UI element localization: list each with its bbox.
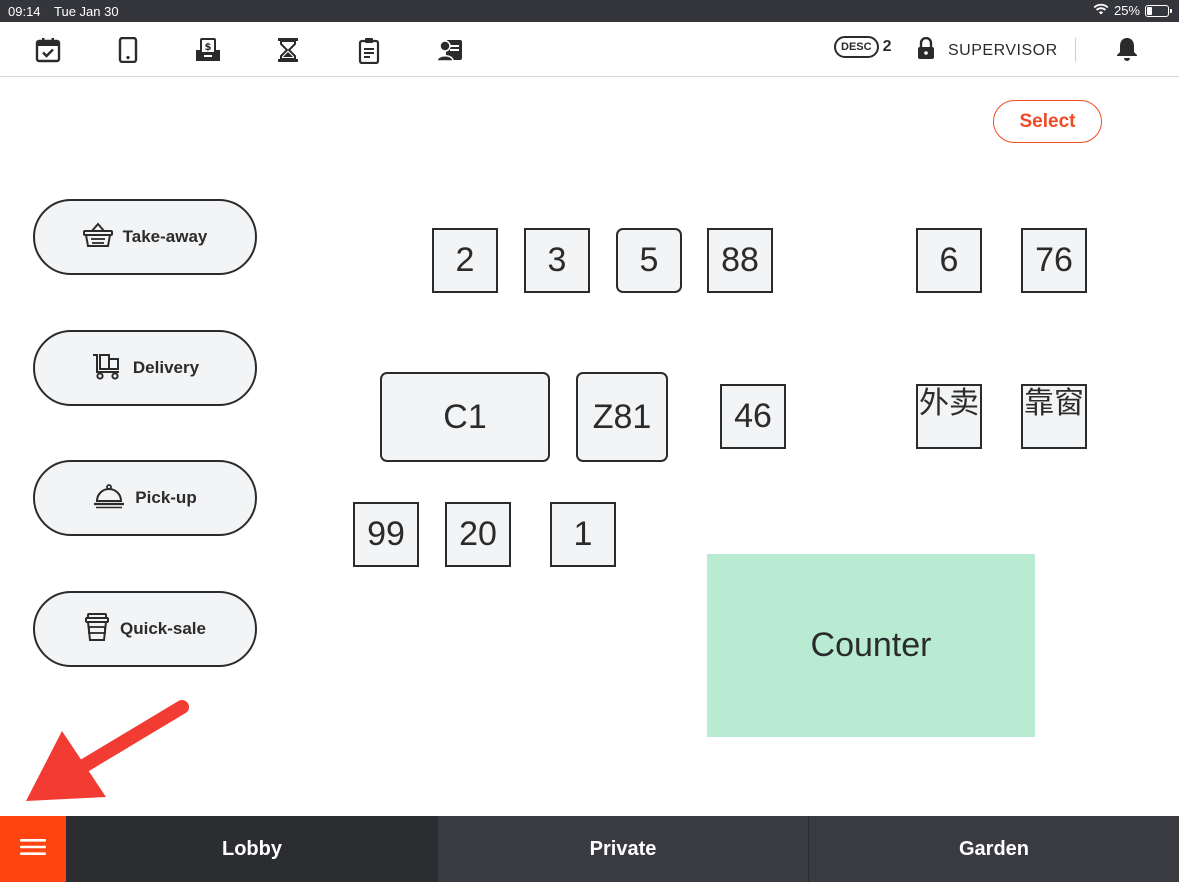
hourglass-icon[interactable]: [273, 35, 303, 65]
delivery-label: Delivery: [132, 358, 200, 377]
desc-label: DESC: [834, 36, 879, 58]
table-window-cjk[interactable]: 靠窗: [1021, 384, 1087, 449]
battery-percent: 25%: [1113, 3, 1140, 18]
table-88[interactable]: 88: [707, 228, 773, 293]
table-2[interactable]: 2: [432, 228, 498, 293]
basket-icon: [82, 221, 113, 253]
supervisor-lock[interactable]: SUPERVISOR: [916, 36, 1058, 64]
table-6[interactable]: 6: [916, 228, 982, 293]
table-76[interactable]: 76: [1021, 228, 1087, 293]
battery-fill: [1147, 6, 1152, 15]
select-button[interactable]: Select: [993, 100, 1102, 143]
hamburger-menu-button[interactable]: [0, 816, 66, 882]
table-z81[interactable]: Z81: [576, 372, 668, 462]
quick-sale-button[interactable]: Quick-sale: [33, 591, 257, 667]
table-takeout-cjk[interactable]: 外卖: [916, 384, 982, 449]
pick-up-button[interactable]: Pick-up: [33, 460, 257, 536]
take-away-button[interactable]: Take-away: [33, 199, 257, 275]
table-3[interactable]: 3: [524, 228, 590, 293]
hamburger-icon: [20, 837, 46, 862]
cup-icon: [84, 612, 110, 647]
calendar-check-icon[interactable]: [33, 35, 63, 65]
cash-drawer-icon[interactable]: $: [193, 35, 223, 65]
svg-text:$: $: [205, 42, 212, 53]
top-toolbar: $ DESC 2 SUPERVISOR: [0, 22, 1179, 77]
status-date: Tue Jan 30: [54, 4, 119, 19]
tablet-icon[interactable]: [113, 35, 143, 65]
desc-count: 2: [882, 38, 892, 55]
table-99[interactable]: 99: [353, 502, 419, 567]
clipboard-icon[interactable]: [354, 35, 384, 65]
tab-lobby[interactable]: Lobby: [66, 816, 437, 882]
delivery-button[interactable]: Delivery: [33, 330, 257, 406]
counter-area[interactable]: Counter: [707, 554, 1035, 737]
pos-floor-plan-screen: 09:14 Tue Jan 30 25% $ DESC 2 SUPERVISOR…: [0, 0, 1179, 882]
take-away-label: Take-away: [122, 227, 208, 246]
wifi-icon: [1093, 3, 1109, 18]
tab-private[interactable]: Private: [437, 816, 808, 882]
user-role-label: SUPERVISOR: [948, 41, 1058, 59]
status-bar: 09:14 Tue Jan 30 25%: [0, 0, 1179, 22]
table-1[interactable]: 1: [550, 502, 616, 567]
annotation-arrow-icon: [20, 695, 195, 812]
table-46[interactable]: 46: [720, 384, 786, 449]
desc-sort-indicator[interactable]: DESC 2: [834, 36, 891, 58]
cloche-icon: [93, 483, 125, 514]
bell-icon[interactable]: [1114, 36, 1140, 67]
table-c1[interactable]: C1: [380, 372, 550, 462]
user-card-icon[interactable]: [435, 35, 465, 65]
toolbar-divider: [1075, 38, 1076, 62]
quick-sale-label: Quick-sale: [120, 619, 206, 638]
pick-up-label: Pick-up: [135, 488, 197, 507]
tab-garden[interactable]: Garden: [808, 816, 1179, 882]
battery-icon: [1145, 4, 1172, 17]
delivery-cart-icon: [91, 352, 123, 385]
table-5[interactable]: 5: [616, 228, 682, 293]
status-right: 25%: [1093, 3, 1172, 18]
table-20[interactable]: 20: [445, 502, 511, 567]
bottom-area-bar: Lobby Private Garden: [0, 816, 1179, 882]
lock-icon: [916, 36, 936, 64]
status-time: 09:14: [8, 4, 41, 19]
